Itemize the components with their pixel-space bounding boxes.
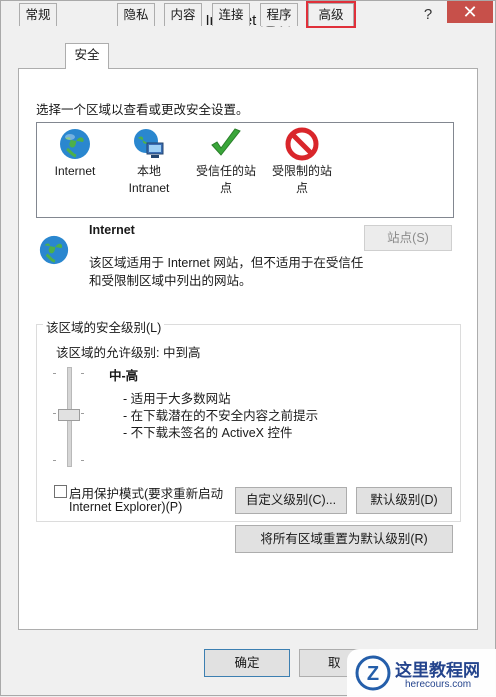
slider-tick (81, 413, 84, 414)
reset-all-zones-button[interactable]: 将所有区域重置为默认级别(R) (235, 525, 453, 553)
close-button[interactable]: ✕ (447, 1, 493, 23)
zone-intranet-line2: Intranet (128, 181, 170, 195)
zone-internet[interactable]: Internet (38, 127, 112, 180)
zone-intranet-line1: 本地 (136, 164, 161, 178)
watermark-site-name: 这里教程网 (395, 661, 480, 680)
zone-internet-label: Internet (54, 164, 96, 178)
level-bullet-3: - 不下载未签名的 ActiveX 控件 (123, 426, 293, 440)
intranet-icon (134, 129, 164, 158)
custom-level-button[interactable]: 自定义级别(C)... (235, 487, 347, 514)
tab-advanced[interactable]: 高级 (306, 1, 356, 28)
site-watermark: Z 这里教程网 herecours.com (347, 649, 496, 697)
zone-trusted-line2: 点 (219, 181, 232, 195)
internet-options-dialog: Internet 选项 ? ✕ 常规 安全 隐私 内容 连接 程序 高级 选择一… (0, 0, 496, 697)
slider-tick (53, 373, 56, 374)
ok-button[interactable]: 确定 (204, 649, 290, 677)
tab-connections[interactable]: 连接 (212, 3, 250, 26)
slider-tick (81, 460, 84, 461)
selected-zone-name: Internet (89, 223, 135, 237)
protected-mode-checkbox[interactable] (54, 485, 67, 498)
tab-security[interactable]: 安全 (65, 43, 109, 69)
zone-restricted-line1: 受限制的站 (271, 164, 332, 178)
checkmark-icon (211, 128, 241, 156)
zone-description-line1: 该区域适用于 Internet 网站，但不适用于在受信任 (89, 256, 364, 270)
selected-zone-globe-icon (39, 235, 69, 265)
security-level-legend: 该区域的安全级别(L) (43, 317, 165, 336)
zone-list[interactable]: Internet 本地 Intranet 受信任的站 点 受限制的站 点 (36, 122, 454, 218)
security-level-slider-thumb[interactable] (58, 409, 80, 421)
allowed-levels-text: 该区域的允许级别: 中到高 (56, 346, 201, 360)
zone-description-line2: 和受限制区域中列出的网站。 (89, 274, 252, 288)
tab-content[interactable]: 内容 (164, 3, 202, 26)
tab-general[interactable]: 常规 (19, 3, 57, 26)
zone-trusted-line1: 受信任的站 (195, 164, 256, 178)
globe-icon (60, 129, 90, 159)
zone-trusted-sites[interactable]: 受信任的站 点 (189, 127, 263, 197)
slider-tick (53, 460, 56, 461)
restricted-icon (285, 127, 319, 161)
protected-mode-label-line2: Internet Explorer)(P) (69, 500, 183, 514)
sites-button[interactable]: 站点(S) (364, 225, 452, 251)
zone-restricted-line2: 点 (295, 181, 308, 195)
zone-instruction: 选择一个区域以查看或更改安全设置。 (36, 103, 249, 117)
slider-tick (53, 413, 56, 414)
tab-programs[interactable]: 程序 (260, 3, 298, 26)
watermark-logo-icon: Z (355, 655, 391, 691)
security-level-name: 中-高 (109, 369, 139, 383)
zone-restricted-sites[interactable]: 受限制的站 点 (265, 127, 339, 197)
watermark-site-url: herecours.com (405, 679, 472, 690)
help-button[interactable]: ? (415, 5, 441, 25)
zone-local-intranet[interactable]: 本地 Intranet (112, 127, 186, 197)
slider-tick (81, 373, 84, 374)
svg-text:Z: Z (367, 663, 379, 685)
default-level-button[interactable]: 默认级别(D) (356, 487, 452, 514)
tab-privacy[interactable]: 隐私 (117, 3, 155, 26)
